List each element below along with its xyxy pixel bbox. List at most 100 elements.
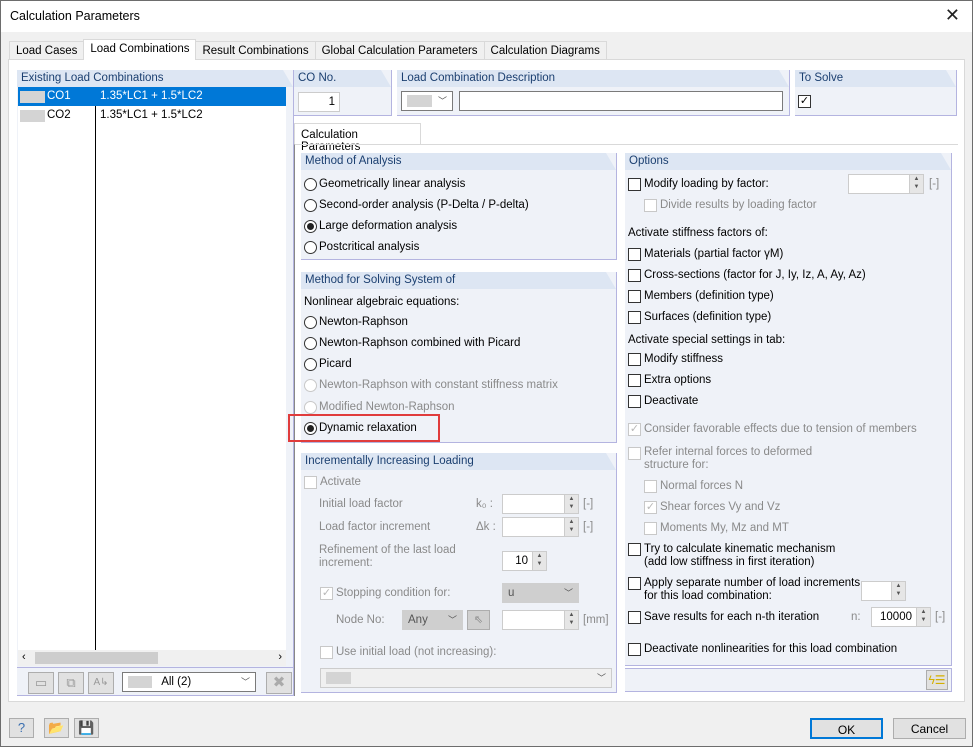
combination-list[interactable]: CO1 1.35*LC1 + 1.5*LC2 CO2 1.35*LC1 + 1.… <box>18 87 286 650</box>
tab-global-calculation-parameters[interactable]: Global Calculation Parameters <box>314 41 485 60</box>
radio-large-deformation[interactable] <box>304 220 317 233</box>
to-solve-checkbox[interactable]: ✓ <box>798 95 811 108</box>
row-id: CO1 <box>47 90 71 102</box>
deactivate-nonlinearities-checkbox[interactable] <box>628 643 641 656</box>
refinement-input[interactable]: 10 ▲ ▼ <box>502 551 547 571</box>
radio-newton-raphson[interactable] <box>304 316 317 329</box>
deactivate-checkbox[interactable] <box>628 395 641 408</box>
moments-checkbox[interactable] <box>644 522 657 535</box>
modify-loading-checkbox[interactable] <box>628 178 641 191</box>
stopping-value-input[interactable]: ▲ ▼ <box>502 610 579 630</box>
n-iteration-input[interactable]: 10000 ▲ ▼ <box>871 607 931 627</box>
kinematic-mechanism-checkbox[interactable] <box>628 543 641 556</box>
spinner-icon[interactable]: ▲ ▼ <box>564 611 578 629</box>
radio-modified-newton-raphson <box>304 401 317 414</box>
spinner-icon[interactable]: ▲ ▼ <box>564 518 578 536</box>
node-value: Any <box>408 614 428 626</box>
options-toolbar: ϟ☰ <box>625 668 952 692</box>
surfaces-checkbox[interactable] <box>628 311 641 324</box>
copy-combination-icon[interactable]: ⧉ <box>58 672 84 694</box>
separate-increments-label: Apply separate number of load increments… <box>644 577 861 602</box>
color-swatch <box>407 95 432 107</box>
stopping-condition-checkbox[interactable]: ✓ <box>320 587 333 600</box>
stiffness-factors-label: Activate stiffness factors of: <box>628 227 768 239</box>
scrollbar-thumb[interactable] <box>35 652 158 664</box>
radio-postcritical[interactable] <box>304 241 317 254</box>
materials-checkbox[interactable] <box>628 248 641 261</box>
radio-newton-raphson-picard[interactable] <box>304 337 317 350</box>
save-nth-iteration-checkbox[interactable] <box>628 611 641 624</box>
open-icon[interactable]: 📂 <box>44 718 69 738</box>
chevron-down-icon: ﹀ <box>240 677 250 687</box>
stopping-condition-select[interactable]: u ﹀ <box>502 583 579 603</box>
extra-options-label: Extra options <box>644 374 712 386</box>
cancel-button[interactable]: Cancel <box>893 718 966 739</box>
help-icon[interactable]: ? <box>9 718 34 738</box>
modify-stiffness-label: Modify stiffness <box>644 353 724 365</box>
refer-internal-forces-checkbox[interactable] <box>628 447 641 460</box>
initial-load-factor-input[interactable]: ▲ ▼ <box>502 494 579 514</box>
normal-forces-checkbox[interactable] <box>644 480 657 493</box>
tab-calculation-diagrams[interactable]: Calculation Diagrams <box>483 41 607 60</box>
shear-forces-checkbox[interactable]: ✓ <box>644 501 657 514</box>
activate-checkbox[interactable] <box>304 476 317 489</box>
initial-load-select[interactable]: ﹀ <box>320 668 612 688</box>
separate-increments-checkbox[interactable] <box>628 577 641 590</box>
list-row-co2[interactable]: CO2 1.35*LC1 + 1.5*LC2 <box>18 106 286 125</box>
close-icon[interactable]: ✕ <box>945 5 960 25</box>
spinner-icon[interactable]: ▲ ▼ <box>564 495 578 513</box>
tab-load-combinations[interactable]: Load Combinations <box>83 39 197 60</box>
tab-result-combinations[interactable]: Result Combinations <box>195 41 316 60</box>
cross-sections-checkbox[interactable] <box>628 269 641 282</box>
modify-stiffness-checkbox[interactable] <box>628 353 641 366</box>
subtab-calculation-parameters[interactable]: Calculation Parameters <box>294 123 421 153</box>
n-value: 10000 <box>880 611 912 623</box>
dialog-window: Calculation Parameters ✕ Load Cases Load… <box>0 0 973 747</box>
load-factor-increment-input[interactable]: ▲ ▼ <box>502 517 579 537</box>
radio-second-order[interactable] <box>304 199 317 212</box>
horizontal-scrollbar[interactable]: ‹ › <box>18 650 286 666</box>
nonlinear-settings-icon[interactable]: ϟ☰ <box>926 670 948 690</box>
initial-load-factor-label: Initial load factor <box>319 498 403 510</box>
spinner-icon[interactable]: ▲ ▼ <box>909 175 923 193</box>
list-row-co1[interactable]: CO1 1.35*LC1 + 1.5*LC2 <box>18 87 286 106</box>
filter-select[interactable]: All (2) ﹀ <box>122 672 256 692</box>
spinner-icon[interactable]: ▲ ▼ <box>916 608 930 626</box>
highlight-box <box>288 414 440 442</box>
surfaces-label: Surfaces (definition type) <box>644 311 772 323</box>
normal-forces-label: Normal forces N <box>660 480 744 492</box>
rename-combination-icon[interactable]: A↳ <box>88 672 114 694</box>
description-input[interactable] <box>459 91 783 111</box>
use-initial-load-checkbox[interactable] <box>320 646 333 659</box>
description-color-select[interactable]: ﹀ <box>401 91 453 111</box>
label-large-deformation: Large deformation analysis <box>319 220 458 232</box>
save-icon[interactable]: 💾 <box>74 718 99 738</box>
spinner-icon[interactable]: ▲ ▼ <box>532 552 546 570</box>
scroll-left-icon[interactable]: ‹ <box>22 651 26 663</box>
label-modified-newton-raphson: Modified Newton-Raphson <box>319 401 455 413</box>
radio-picard[interactable] <box>304 358 317 371</box>
radio-geometrically-linear[interactable] <box>304 178 317 191</box>
unit-label: [-] <box>935 611 946 623</box>
node-no-select[interactable]: Any ﹀ <box>402 610 463 630</box>
members-checkbox[interactable] <box>628 290 641 303</box>
pick-node-icon[interactable]: ⇖ <box>467 610 490 630</box>
scroll-right-icon[interactable]: › <box>278 651 282 663</box>
tab-load-cases[interactable]: Load Cases <box>9 41 85 60</box>
delete-combination-icon[interactable]: ✖ <box>266 672 292 694</box>
separate-increments-input[interactable]: ▲ ▼ <box>861 581 906 601</box>
co-number-input[interactable]: 1 <box>298 92 340 112</box>
extra-options-checkbox[interactable] <box>628 374 641 387</box>
new-combination-icon[interactable]: ▭ <box>28 672 54 694</box>
modify-loading-input[interactable]: ▲ ▼ <box>848 174 924 194</box>
method-of-analysis-header: Method of Analysis <box>301 153 616 170</box>
chevron-down-icon: ﹀ <box>437 96 447 106</box>
label-picard: Picard <box>319 358 352 370</box>
ok-button[interactable]: OK <box>810 718 883 739</box>
co-number-panel: CO No. 1 <box>294 70 392 116</box>
divide-results-checkbox[interactable] <box>644 199 657 212</box>
moments-label: Moments My, Mz and MT <box>660 522 789 534</box>
spinner-icon[interactable]: ▲ ▼ <box>891 582 905 600</box>
options-header: Options <box>625 153 951 170</box>
favorable-effects-checkbox[interactable]: ✓ <box>628 423 641 436</box>
